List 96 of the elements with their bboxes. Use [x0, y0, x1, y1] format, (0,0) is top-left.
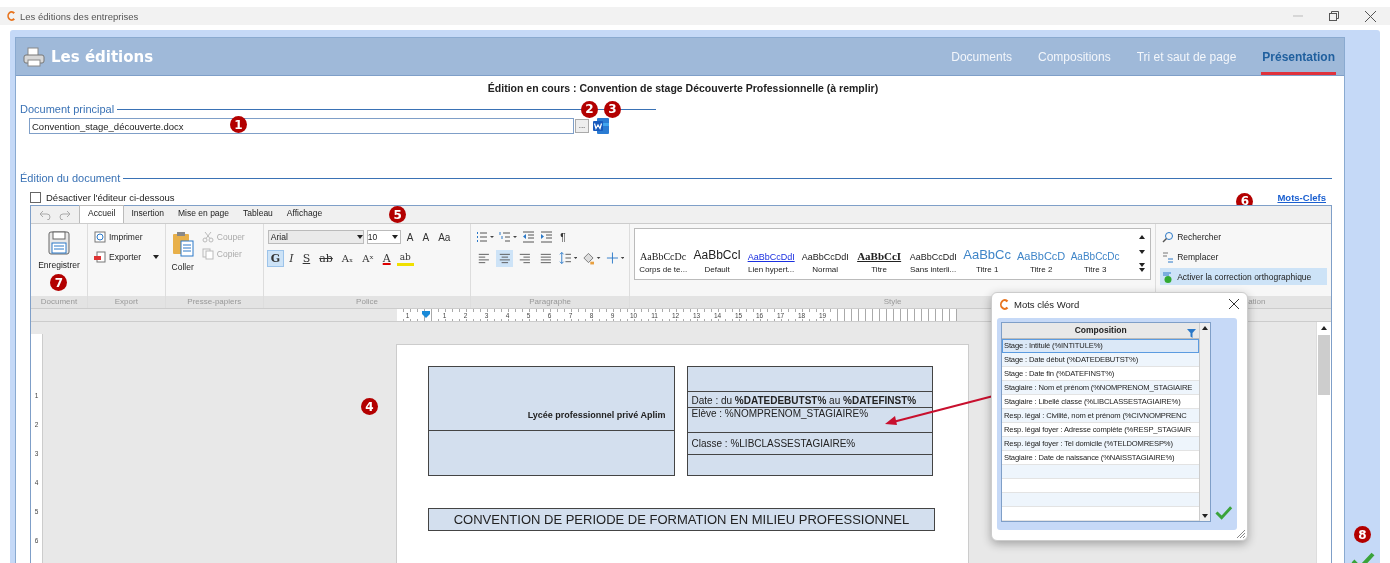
format-button[interactable]: A [379, 250, 394, 266]
column-header[interactable]: Composition [1002, 323, 1200, 339]
dialog-title: Mots clés Word [1014, 298, 1080, 310]
scroll-up-icon[interactable] [1201, 325, 1210, 331]
replace-button[interactable]: Remplacer [1160, 248, 1327, 265]
browse-button[interactable]: ... [575, 119, 589, 133]
style-item[interactable]: AaBbCcDdI Lien hypert... [746, 234, 797, 274]
table-cell: Date : du %DATEDEBUTST% au %DATEFINST% [687, 391, 932, 407]
checkbox[interactable] [30, 191, 41, 203]
style-item[interactable]: AaBbCcDc Titre 3 [1070, 234, 1121, 274]
close-icon[interactable] [1365, 10, 1376, 22]
format-button[interactable]: I [286, 250, 297, 266]
checkbox-label: Désactiver l'éditeur ci-dessous [46, 191, 175, 203]
style-item[interactable]: AaBbCc Titre 1 [962, 234, 1013, 274]
font-name-dropdown[interactable]: Arial [267, 230, 364, 244]
indent-icon[interactable] [539, 230, 555, 244]
group-label: Paragraphe [471, 296, 630, 308]
undo-icon[interactable] [39, 210, 51, 220]
format-button[interactable]: G [267, 250, 284, 266]
group-label: Export [88, 296, 165, 308]
scissors-icon [201, 230, 214, 243]
format-button[interactable]: S [299, 250, 314, 266]
keywords-link[interactable]: Mots-Clefs [1277, 191, 1326, 203]
spellcheck-button[interactable]: Activer la correction orthographique [1160, 268, 1327, 285]
change-case-button[interactable]: Aa [435, 230, 454, 244]
group-label: Presse-papiers [165, 296, 263, 308]
ribbon-tab[interactable]: Tableau [236, 205, 280, 223]
format-button[interactable]: Aₓ [338, 251, 357, 265]
redo-icon[interactable] [59, 210, 71, 220]
paste-button[interactable]: Coller [169, 228, 196, 296]
document-icon [94, 250, 106, 263]
line-spacing-icon[interactable] [557, 250, 579, 266]
style-item[interactable]: AaBbCcI Titre [854, 234, 905, 274]
shrink-font-button[interactable]: A [419, 230, 433, 244]
callout-number: 8 [1354, 526, 1371, 543]
font-size-dropdown[interactable]: 10 [366, 230, 401, 244]
outdent-icon[interactable] [521, 230, 537, 244]
style-item[interactable]: AaBbCcDc Corps de te... [638, 234, 689, 274]
style-item[interactable]: AaBbCcDdI Sans interli... [908, 234, 959, 274]
scroll-up-icon[interactable] [1320, 325, 1328, 331]
replace-icon [1162, 250, 1175, 263]
style-item[interactable]: AaBbCcDdI Normal [800, 234, 851, 274]
scroll-down-icon[interactable] [1201, 513, 1210, 519]
copy-icon [201, 247, 214, 260]
style-item[interactable]: AaBbCcD Titre 2 [1016, 234, 1067, 274]
format-button[interactable]: Aˣ [359, 251, 377, 265]
search-button[interactable]: Rechercher [1160, 228, 1327, 245]
printer-icon [23, 46, 45, 67]
scrollbar[interactable] [1199, 323, 1211, 521]
callout-number: 5 [389, 206, 407, 223]
callout-number: 1 [230, 116, 247, 133]
indent-marker-icon[interactable] [422, 311, 430, 319]
print-preview-icon [94, 230, 106, 243]
print-button[interactable]: Imprimer [92, 228, 161, 245]
resize-grip-icon[interactable] [1236, 529, 1246, 539]
pilcrow-button[interactable]: ¶ [557, 230, 569, 244]
grow-font-button[interactable]: A [403, 230, 417, 244]
clipboard-icon [171, 231, 194, 257]
group-label: Police [263, 296, 471, 308]
table-cell: Classe : %LIBCLASSESTAGIAIRE% [687, 432, 932, 454]
format-button[interactable]: ab [316, 250, 336, 266]
align-icon[interactable] [495, 249, 514, 267]
ribbon-tab[interactable]: Accueil [79, 205, 125, 223]
callout-number: 2 [581, 100, 598, 118]
search-icon [1162, 230, 1175, 243]
shading-icon[interactable] [581, 250, 602, 266]
section-title: Édition du document [20, 172, 121, 184]
ribbon-tab[interactable]: Mise en page [171, 205, 237, 223]
bullet-list-icon[interactable] [475, 230, 496, 244]
callout-number: 3 [604, 100, 621, 118]
checkmark-icon[interactable] [1215, 505, 1233, 520]
format-button[interactable]: ab [396, 250, 414, 266]
section-title: Document principal [20, 103, 115, 115]
word-icon[interactable] [592, 117, 610, 135]
restore-icon[interactable] [1329, 11, 1339, 21]
numbered-list-icon[interactable] [498, 230, 519, 244]
callout-number: 4 [361, 398, 378, 415]
page-title: Les éditions [51, 47, 154, 66]
scrollbar[interactable] [1316, 322, 1331, 563]
app-logo-icon [998, 297, 1010, 311]
save-button[interactable]: Enregistrer [36, 228, 82, 273]
style-item[interactable]: AaBbCcI Default [692, 234, 743, 274]
group-label: Document [31, 296, 87, 308]
ribbon-tab[interactable]: Insertion [124, 205, 171, 223]
scroll-thumb[interactable] [1318, 335, 1330, 395]
document-title: CONVENTION DE PERIODE DE FORMATION EN MILIEU PROFESSIONNEL [428, 508, 935, 531]
close-icon[interactable] [1229, 299, 1239, 309]
ribbon-tab[interactable]: Affichage [279, 205, 330, 223]
borders-icon[interactable] [604, 250, 626, 266]
current-edition-text: Édition en cours : Convention de stage Découverte Professionnelle (à remplir) [486, 81, 880, 96]
export-button[interactable]: Exporter [92, 248, 161, 265]
table-cell: Lycée professionnel privé Aplim [429, 367, 674, 431]
callout-number: 7 [50, 274, 68, 291]
file-field[interactable]: Convention_stage_découverte.docx 1 [29, 118, 574, 134]
window-title: Les éditions des entreprises [20, 10, 139, 22]
app-logo-icon [6, 10, 16, 22]
